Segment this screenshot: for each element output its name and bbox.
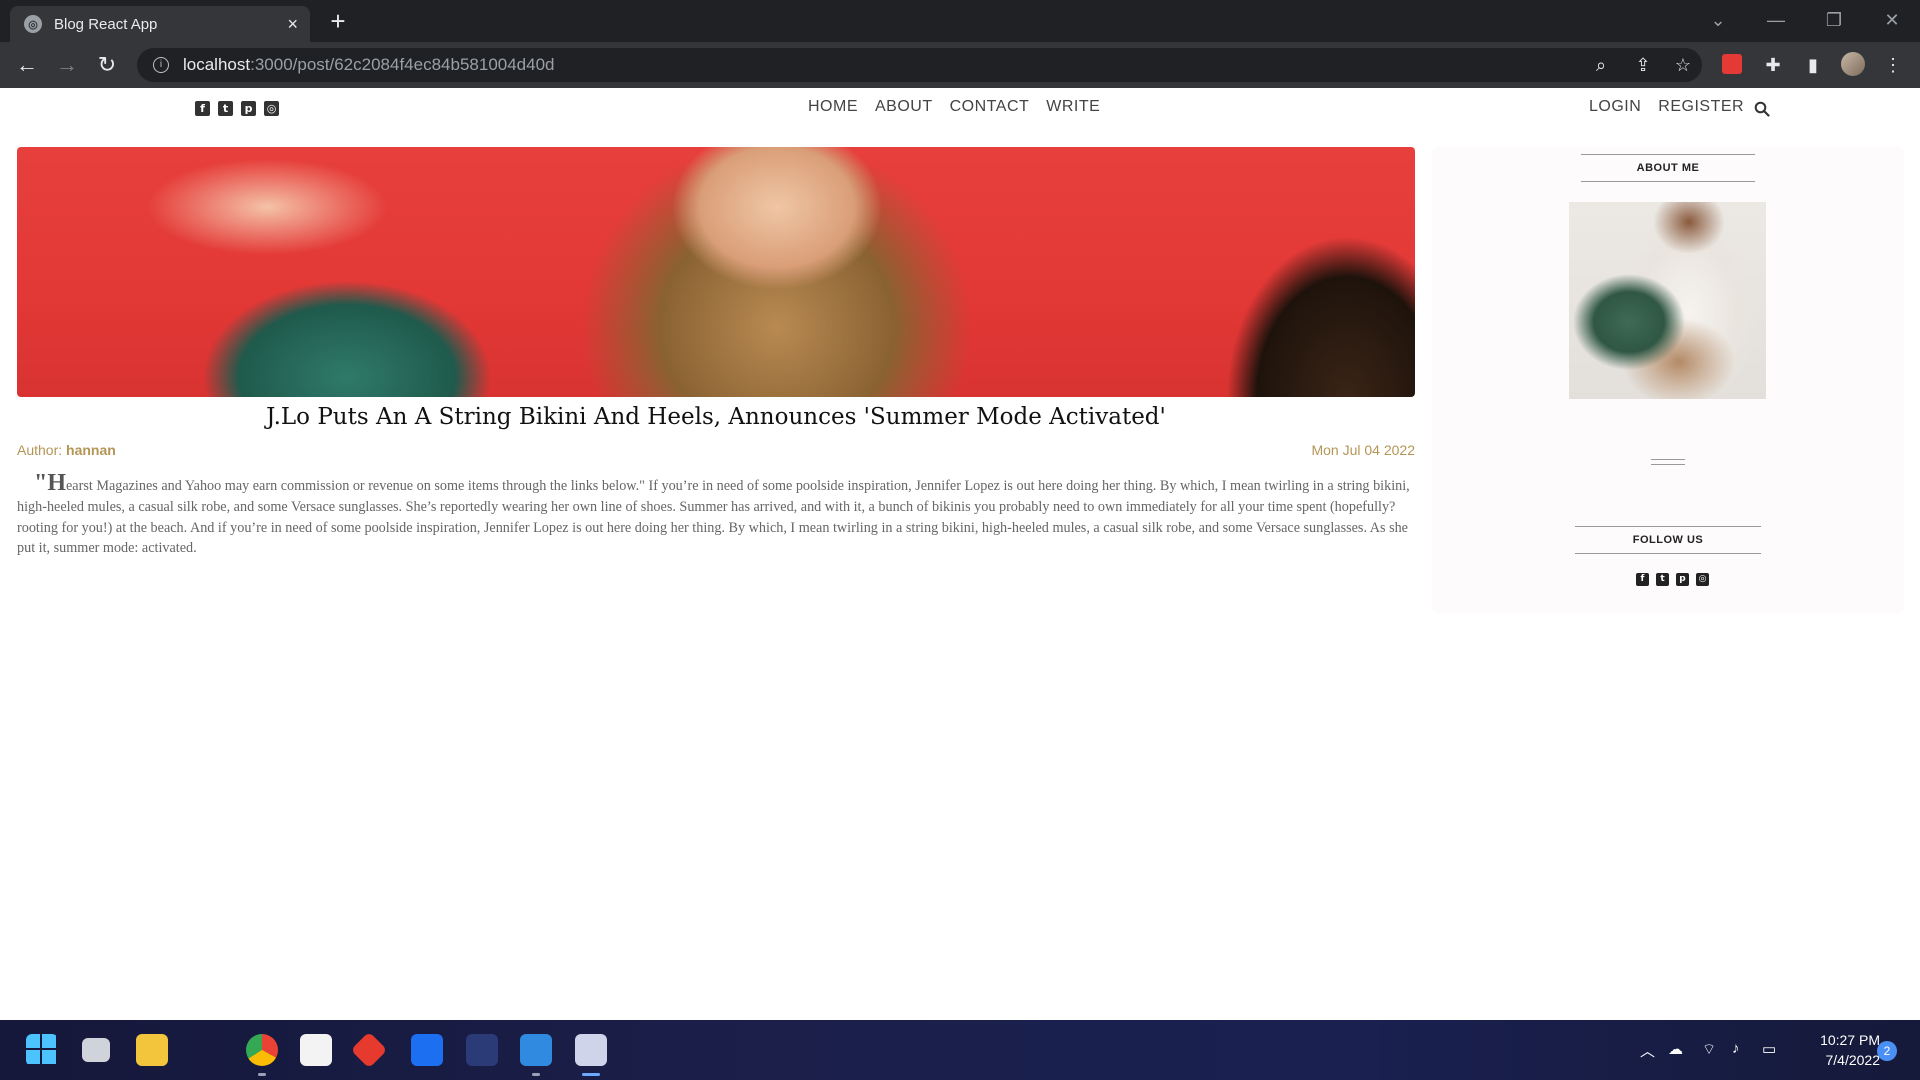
profile-avatar[interactable] [1841,52,1865,76]
onedrive-icon[interactable]: ☁ [1668,1040,1683,1058]
browser-tab-bar: ◎ Blog React App × + ⌄ — ❐ ✕ [0,0,1920,42]
battery-icon[interactable]: ▭ [1762,1040,1776,1058]
twitter-icon[interactable]: t [218,101,233,116]
sidebar-divider [1651,464,1685,465]
browser-tab[interactable]: ◎ Blog React App × [10,6,310,42]
facebook-icon[interactable]: f [195,101,210,116]
sidebar: ABOUT ME FOLLOW US f t p ◎ [1432,147,1904,613]
globe-icon: ◎ [24,15,42,33]
bookmark-star-icon[interactable]: ☆ [1670,52,1696,78]
extensions-puzzle-icon[interactable]: ✚ [1760,52,1786,78]
address-bar[interactable]: i localhost:3000/post/62c2084f4ec84b5810… [137,48,1702,82]
taskbar: ︿ ☁ ⌔ ♪ ▭ 10:27 PM 7/4/2022 2 [0,1020,1920,1080]
blog-page: f t p ◎ HOME ABOUT CONTACT WRITE LOGIN R… [0,88,1920,1020]
tab-search-icon[interactable]: ⌄ [1690,0,1746,42]
tab-title: Blog React App [54,15,158,33]
side-panel-icon[interactable]: ▮ [1800,52,1826,78]
auth-links: LOGIN REGISTER [1589,98,1744,116]
pinterest-icon[interactable]: p [241,101,256,116]
instagram-icon[interactable]: ◎ [264,101,279,116]
menu-item-contact[interactable]: CONTACT [950,98,1030,116]
post-title: J.Lo Puts An A String Bikini And Heels, … [266,404,1166,430]
share-icon[interactable]: ⇪ [1630,52,1656,78]
search-icon[interactable] [1754,101,1770,117]
post-body: "Hearst Magazines and Yahoo may earn com… [17,470,1415,559]
task-view-icon[interactable] [82,1038,110,1062]
app-icon-red[interactable] [350,1031,388,1069]
running-indicator [258,1073,266,1076]
follow-us-heading: FOLLOW US [1574,526,1762,554]
chrome-icon[interactable] [246,1034,278,1066]
register-link[interactable]: REGISTER [1658,98,1744,116]
post-cover-image [17,147,1415,397]
sidebar-divider [1651,459,1685,460]
snipping-tool-icon[interactable] [575,1034,607,1066]
taskbar-clock[interactable]: 10:27 PM 7/4/2022 [1800,1030,1880,1070]
running-indicator [532,1073,540,1076]
dropbox-icon[interactable] [411,1034,443,1066]
back-button[interactable]: ← [12,50,42,80]
zoom-icon[interactable]: ⌕ [1588,52,1614,78]
clock-time: 10:27 PM [1820,1032,1880,1048]
volume-icon[interactable]: ♪ [1732,1040,1740,1057]
store-icon[interactable] [300,1034,332,1066]
menu-item-about[interactable]: ABOUT [875,98,933,116]
clock-date: 7/4/2022 [1825,1052,1881,1068]
extension-icon[interactable] [1722,54,1742,74]
active-indicator [582,1073,600,1076]
post-meta: Author: hannan Mon Jul 04 2022 [17,442,1415,458]
about-me-heading: ABOUT ME [1580,154,1756,182]
file-explorer-icon[interactable] [136,1034,168,1066]
minimize-button[interactable]: — [1748,0,1804,42]
forward-button[interactable]: → [52,50,82,80]
vscode-icon[interactable] [520,1034,552,1066]
site-header: f t p ◎ HOME ABOUT CONTACT WRITE LOGIN R… [0,88,1920,130]
start-icon[interactable] [26,1034,58,1066]
main-menu: HOME ABOUT CONTACT WRITE [808,98,1100,116]
close-window-button[interactable]: ✕ [1864,0,1920,42]
close-tab-icon[interactable]: × [287,14,298,35]
app-icon-blue[interactable] [466,1034,498,1066]
instagram-icon[interactable]: ◎ [1696,573,1709,586]
tray-chevron-icon[interactable]: ︿ [1640,1040,1655,1061]
menu-item-write[interactable]: WRITE [1046,98,1100,116]
menu-dots-icon[interactable]: ⋮ [1880,52,1906,78]
sidebar-social-icons: f t p ◎ [1636,573,1709,586]
restore-button[interactable]: ❐ [1806,0,1862,42]
facebook-icon[interactable]: f [1636,573,1649,586]
post-date: Mon Jul 04 2022 [1311,442,1415,458]
reload-button[interactable]: ↻ [92,50,122,80]
menu-item-home[interactable]: HOME [808,98,858,116]
sidebar-about-title: ABOUT ME [1432,154,1904,182]
new-tab-button[interactable]: + [324,8,352,36]
about-me-image [1569,202,1766,399]
post-body-text: earst Magazines and Yahoo may earn commi… [17,478,1410,557]
author-label: Author: [17,442,67,458]
pinterest-icon[interactable]: p [1676,573,1689,586]
author-name[interactable]: hannan [66,442,116,458]
sidebar-follow-title: FOLLOW US [1432,526,1904,554]
site-info-icon[interactable]: i [153,57,169,73]
header-social-icons: f t p ◎ [195,101,279,116]
login-link[interactable]: LOGIN [1589,98,1641,116]
post-dropcap: "H [34,470,66,496]
wifi-icon[interactable]: ⌔ [1702,1040,1716,1059]
twitter-icon[interactable]: t [1656,573,1669,586]
url-path: :3000/post/62c2084f4ec84b581004d40d [250,55,555,74]
url-host: localhost [183,55,251,74]
notification-badge[interactable]: 2 [1877,1041,1897,1061]
